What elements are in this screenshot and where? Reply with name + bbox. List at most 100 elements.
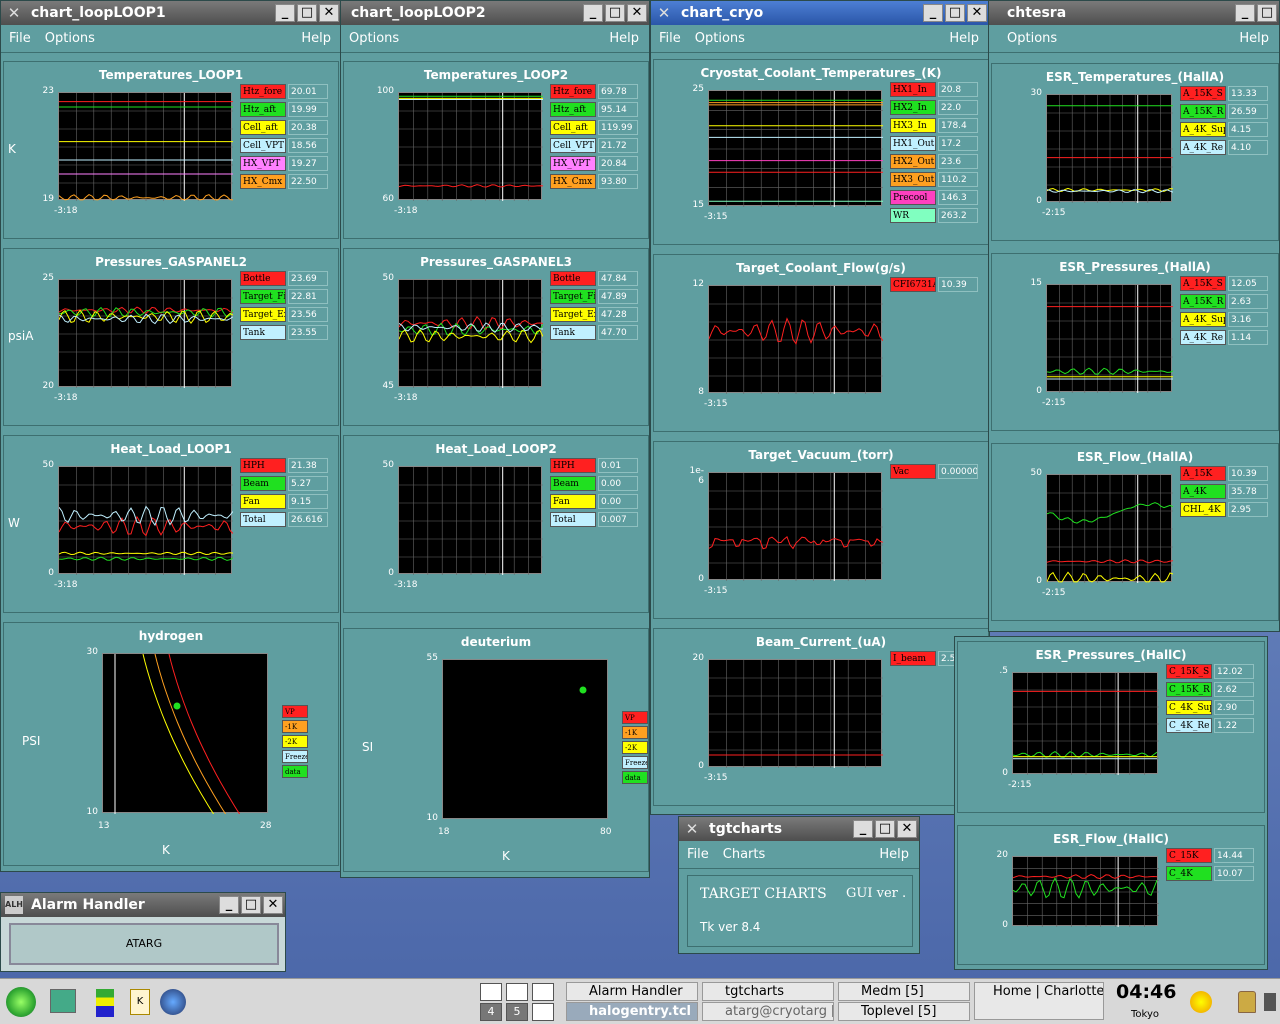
maximize-button[interactable]: □ [241,896,261,914]
legend-label[interactable]: Cell_aft [240,120,286,135]
weather-sun-icon[interactable] [1190,991,1212,1013]
legend-label[interactable]: HX1_Out [890,136,936,151]
browser-globe-icon[interactable] [160,989,186,1015]
legend-label[interactable]: Freeze [622,756,648,769]
legend-label[interactable]: Target_Fi [550,289,596,304]
legend-label[interactable]: Htz_fore [550,84,596,99]
legend-label[interactable]: Target_Fi [240,289,286,304]
task-home-browser[interactable]: Home | Charlottesv [974,982,1104,1020]
legend-label[interactable]: -2K [282,735,308,748]
legend-label[interactable]: C_4K_Re [1166,718,1212,733]
legend-label[interactable]: C_15K_R [1166,682,1212,697]
menu-charts[interactable]: Charts [723,847,766,862]
legend-label[interactable]: I_beam [890,651,936,666]
legend-label[interactable]: HX3_In [890,118,936,133]
maximize-button[interactable]: □ [297,4,317,22]
task-toplevel[interactable]: Toplevel [5] [838,1002,970,1021]
legend-label[interactable]: HX_Cmx [240,174,286,189]
lock-icon[interactable] [1238,991,1256,1013]
legend-label[interactable]: C_15K [1166,848,1212,863]
legend-label[interactable]: Htz_fore [240,84,286,99]
legend-label[interactable]: Beam [240,476,286,491]
legend-label[interactable]: Cell_VPT [240,138,286,153]
close-button[interactable]: ✕ [319,4,339,22]
legend-label[interactable]: A_4K_Sup [1180,122,1226,137]
minimize-button[interactable]: _ [219,896,239,914]
legend-label[interactable]: Cell_aft [550,120,596,135]
legend-label[interactable]: Htz_aft [550,102,596,117]
close-button[interactable]: ✕ [263,896,283,914]
menu-options[interactable]: Options [1007,31,1057,46]
konqueror-icon[interactable]: K [130,989,150,1015]
x-app-icon[interactable]: ✕ [683,820,701,838]
legend-label[interactable]: Total [240,512,286,527]
minimize-button[interactable]: _ [583,4,603,22]
pager-desktop-1[interactable] [480,983,502,1001]
legend-label[interactable]: Tank [240,325,286,340]
legend-label[interactable]: A_4K_Re [1180,330,1226,345]
minimize-button[interactable]: _ [1235,4,1255,22]
task-tgtcharts[interactable]: tgtcharts [702,982,834,1001]
atarg-button[interactable]: ATARG [9,923,279,965]
menu-help[interactable]: Help [609,31,639,46]
legend-label[interactable]: VP [622,711,648,724]
legend-label[interactable]: HPH [550,458,596,473]
legend-label[interactable]: HX3_Out [890,172,936,187]
pager-desktop-3[interactable] [532,983,554,1001]
legend-label[interactable]: A_4K_Re [1180,140,1226,155]
legend-label[interactable]: Htz_aft [240,102,286,117]
menu-options[interactable]: Options [45,31,95,46]
legend-label[interactable]: Bottle [240,271,286,286]
legend-label[interactable]: A_4K_Sup [1180,312,1226,327]
minimize-button[interactable]: _ [853,820,873,838]
pager-widget-icon[interactable] [96,989,114,1017]
titlebar[interactable]: chart_loopLOOP2 _ □ ✕ [341,1,649,25]
pager-desktop-5[interactable]: 5 [506,1003,528,1021]
logout-icon[interactable] [1264,993,1276,1011]
pager-desktop-4[interactable]: 4 [480,1003,502,1021]
legend-label[interactable]: VP [282,705,308,718]
kde-menu-icon[interactable] [6,987,36,1017]
x-app-icon[interactable]: ✕ [5,4,23,22]
legend-label[interactable]: A_15K_S [1180,86,1226,101]
titlebar[interactable]: ALH Alarm Handler _ □ ✕ [1,893,285,917]
legend-label[interactable]: WR [890,208,936,223]
titlebar[interactable]: ✕ chart_loopLOOP1 _ □ ✕ [1,1,341,25]
legend-label[interactable]: -1K [282,720,308,733]
legend-label[interactable]: C_4K_Sup [1166,700,1212,715]
menu-file[interactable]: File [659,31,681,46]
legend-label[interactable]: HX_VPT [240,156,286,171]
maximize-button[interactable]: □ [945,4,965,22]
legend-label[interactable]: Tank [550,325,596,340]
legend-label[interactable]: C_15K_S [1166,664,1212,679]
alh-app-icon[interactable]: ALH [5,896,23,914]
legend-label[interactable]: HX2_Out [890,154,936,169]
legend-label[interactable]: Total [550,512,596,527]
legend-label[interactable]: Vac [890,464,936,479]
titlebar[interactable]: ✕ chart_cryo _ □ ✕ [651,1,989,25]
legend-label[interactable]: Fan [550,494,596,509]
close-button[interactable]: ✕ [967,4,987,22]
menu-help[interactable]: Help [949,31,979,46]
close-button[interactable]: ✕ [897,820,917,838]
legend-label[interactable]: C_4K [1166,866,1212,881]
pager-desktop-2[interactable] [506,983,528,1001]
legend-label[interactable]: A_15K_R [1180,104,1226,119]
legend-label[interactable]: data [282,765,308,778]
legend-label[interactable]: Precool [890,190,936,205]
legend-label[interactable]: A_15K [1180,466,1226,481]
legend-label[interactable]: Target_Ex [550,307,596,322]
maximize-button[interactable]: □ [875,820,895,838]
close-button[interactable]: ✕ [627,4,647,22]
legend-label[interactable]: HX1_In [890,82,936,97]
legend-label[interactable]: A_4K [1180,484,1226,499]
task-halogentry[interactable]: halogentry.tcl [566,1002,698,1021]
menu-file[interactable]: File [9,31,31,46]
legend-label[interactable]: HX2_In [890,100,936,115]
task-atarg-cryotarg[interactable]: atarg@cryotarg [6] [702,1002,834,1021]
legend-label[interactable]: Freeze [282,750,308,763]
legend-label[interactable]: -2K [622,741,648,754]
legend-label[interactable]: HX_Cmx [550,174,596,189]
menu-options[interactable]: Options [349,31,399,46]
titlebar[interactable]: chtesra _ □ [989,1,1279,25]
